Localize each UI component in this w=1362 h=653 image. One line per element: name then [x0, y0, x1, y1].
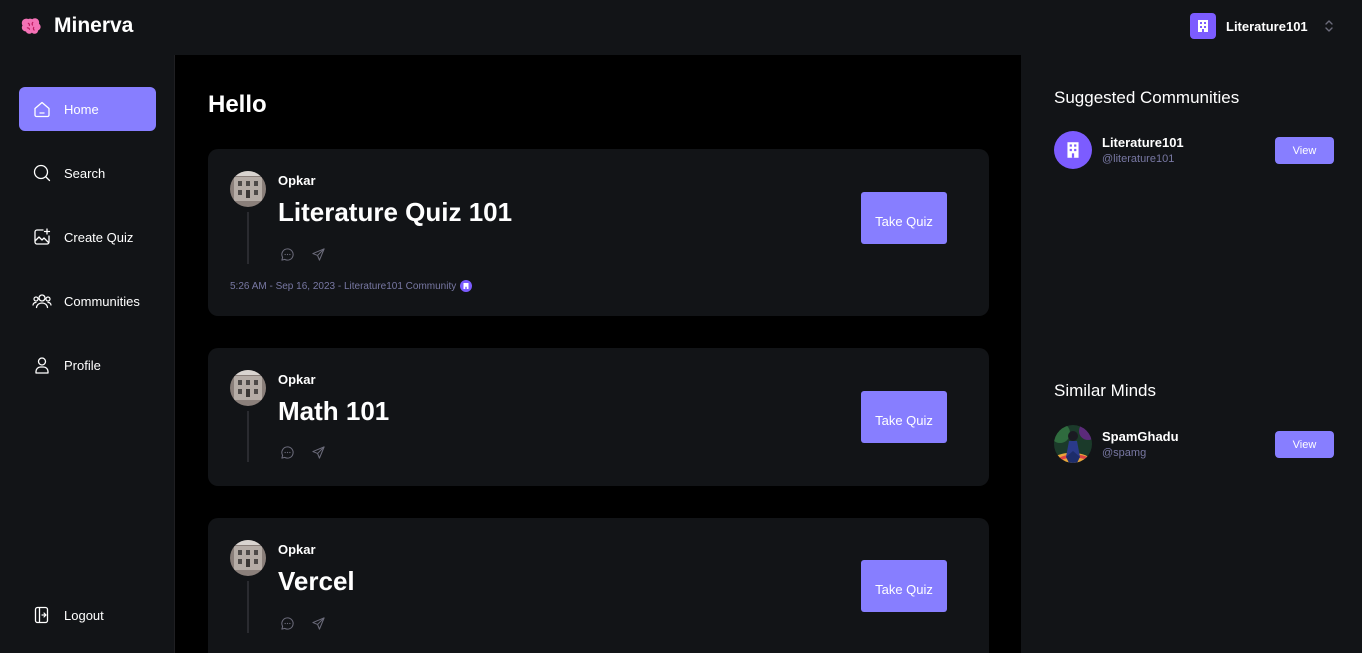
community-suggestion: Literature101 @literature101 View	[1054, 131, 1334, 171]
quiz-card: Opkar Literature Quiz 101 Take Quiz 5:26…	[208, 149, 989, 316]
image-plus-icon	[34, 228, 51, 245]
sidebar-item-label: Search	[64, 165, 106, 181]
top-bar: Minerva Literature101	[0, 0, 1362, 55]
page-title: Hello	[208, 91, 267, 118]
user-name[interactable]: SpamGhadu	[1102, 429, 1179, 444]
sidebar-item-communities[interactable]: Communities	[19, 279, 156, 323]
logout-icon	[34, 606, 49, 624]
thread-line	[247, 411, 249, 462]
post-author[interactable]: Opkar	[278, 542, 316, 557]
sidebar-item-search[interactable]: Search	[19, 151, 156, 195]
thread-line	[247, 581, 249, 633]
quiz-title: Literature Quiz 101	[278, 197, 513, 227]
comment-icon[interactable]	[280, 445, 295, 460]
main-feed: Hello Opkar Literature Quiz 101 Take Qui…	[176, 55, 1021, 653]
search-icon	[33, 164, 51, 182]
post-author[interactable]: Opkar	[278, 372, 316, 387]
take-quiz-button[interactable]: Take Quiz	[861, 560, 947, 612]
logout-label: Logout	[64, 607, 104, 623]
brain-logo-icon	[21, 18, 41, 34]
user-handle: @spamg	[1102, 447, 1147, 459]
sidebar-item-create-quiz[interactable]: Create Quiz	[19, 215, 156, 259]
logout-button[interactable]: Logout	[19, 593, 156, 637]
post-author[interactable]: Opkar	[278, 173, 316, 188]
sidebar-item-label: Communities	[64, 293, 140, 309]
org-avatar	[1190, 13, 1216, 39]
app-name: Minerva	[54, 14, 134, 37]
quiz-card: Opkar Math 101 Take Quiz	[208, 348, 989, 486]
right-sidebar: Suggested Communities Literature101 @lit…	[1021, 55, 1362, 653]
thread-line	[247, 212, 249, 264]
building-icon	[1198, 20, 1208, 32]
suggested-communities-title: Suggested Communities	[1054, 88, 1240, 107]
user-suggestion: SpamGhadu @spamg View	[1054, 425, 1334, 465]
artwork-avatar-image	[1054, 425, 1092, 463]
logo[interactable]: Minerva	[20, 14, 133, 38]
similar-minds-title: Similar Minds	[1054, 381, 1157, 400]
sidebar-item-label: Create Quiz	[64, 229, 134, 245]
org-switcher[interactable]: Literature101	[1190, 13, 1333, 39]
quiz-card: Opkar Vercel Take Quiz	[208, 518, 989, 653]
author-avatar[interactable]	[230, 370, 266, 406]
take-quiz-button[interactable]: Take Quiz	[861, 192, 947, 244]
users-icon	[32, 294, 52, 309]
org-name: Literature101	[1226, 18, 1308, 34]
take-quiz-button[interactable]: Take Quiz	[861, 391, 947, 443]
send-icon[interactable]	[311, 247, 326, 262]
community-name[interactable]: Literature101	[1102, 135, 1184, 150]
comment-icon[interactable]	[280, 616, 295, 631]
sidebar-item-label: Profile	[64, 357, 101, 373]
send-icon[interactable]	[311, 616, 326, 631]
sidebar-item-profile[interactable]: Profile	[19, 343, 156, 387]
user-icon	[35, 357, 49, 374]
building-photo-image	[230, 171, 266, 207]
author-avatar[interactable]	[230, 540, 266, 576]
home-icon	[34, 101, 50, 118]
view-community-button[interactable]: View	[1275, 137, 1334, 164]
left-sidebar: Home Search Create Quiz Communities Prof…	[0, 55, 175, 653]
user-avatar[interactable]	[1054, 425, 1092, 463]
post-meta: 5:26 AM - Sep 16, 2023 - Literature101 C…	[230, 280, 473, 292]
community-avatar[interactable]	[1054, 131, 1092, 169]
post-meta-text: 5:26 AM - Sep 16, 2023 - Literature101 C…	[230, 280, 457, 292]
post-actions	[280, 445, 326, 460]
author-avatar[interactable]	[230, 171, 266, 207]
send-icon[interactable]	[311, 445, 326, 460]
view-user-button[interactable]: View	[1275, 431, 1334, 458]
community-badge-icon[interactable]	[460, 280, 473, 292]
comment-icon[interactable]	[280, 247, 295, 262]
community-handle: @literature101	[1102, 153, 1175, 165]
quiz-title: Vercel	[278, 566, 355, 596]
building-photo-image	[230, 370, 266, 406]
building-photo-image	[230, 540, 266, 576]
post-actions	[280, 247, 326, 262]
chevron-up-down-icon[interactable]	[1323, 16, 1335, 36]
post-actions	[280, 616, 326, 631]
quiz-title: Math 101	[278, 396, 390, 426]
sidebar-item-home[interactable]: Home	[19, 87, 156, 131]
sidebar-item-label: Home	[64, 101, 99, 117]
building-icon	[1067, 142, 1079, 158]
